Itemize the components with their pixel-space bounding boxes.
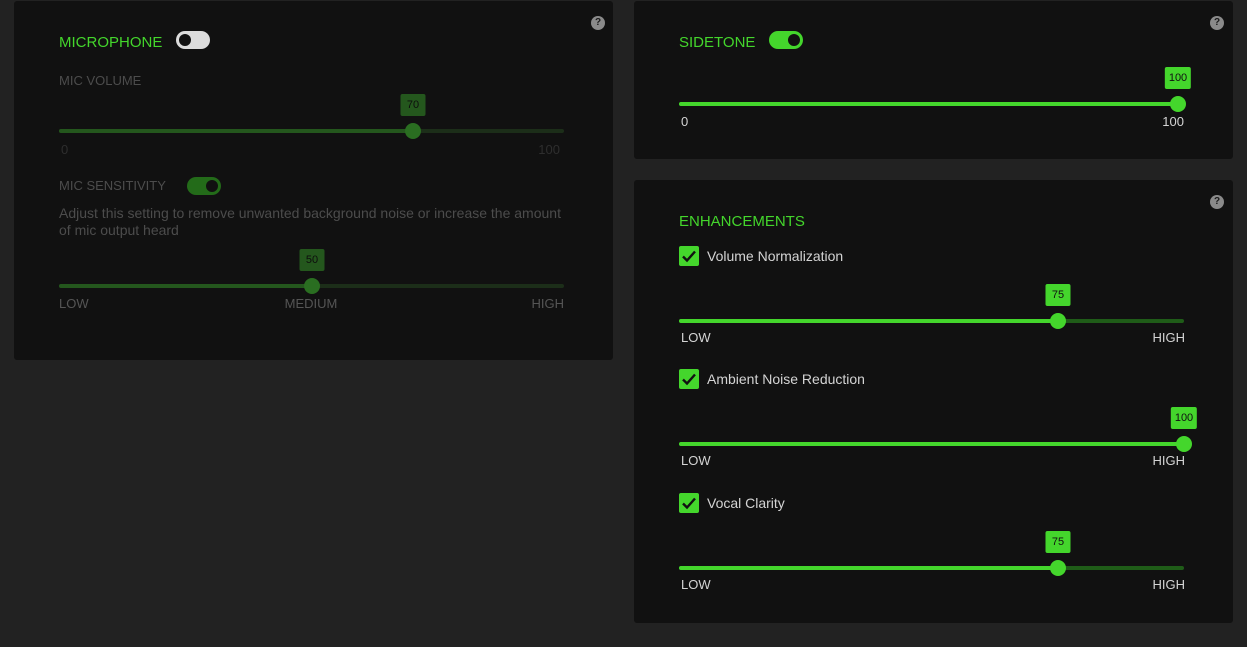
slider-track [59, 129, 564, 133]
slider-high-label: HIGH [531, 296, 565, 311]
slider-value-bubble: 75 [1045, 531, 1071, 553]
slider-track [679, 566, 1184, 570]
slider-fill [59, 284, 312, 288]
microphone-title: MICROPHONE [59, 34, 163, 51]
check-icon [682, 497, 696, 510]
toggle-knob [206, 180, 218, 192]
mic-sensitivity-description: Adjust this setting to remove unwanted b… [59, 205, 561, 238]
slider-track [679, 319, 1184, 323]
slider-high-label: HIGH [1152, 330, 1186, 345]
slider-fill [679, 102, 1178, 106]
slider-thumb[interactable] [1050, 560, 1066, 576]
check-icon [682, 250, 696, 263]
slider-low-label: LOW [59, 296, 89, 311]
slider-value-bubble: 70 [400, 94, 426, 116]
slider-min-label: 0 [61, 142, 69, 157]
toggle-knob [788, 34, 800, 46]
mic-sensitivity-toggle[interactable] [187, 177, 221, 195]
slider-fill [59, 129, 413, 133]
vocal-clarity-label: Vocal Clarity [707, 495, 785, 511]
slider-track [679, 442, 1184, 446]
slider-low-label: LOW [681, 330, 711, 345]
slider-value-bubble: 100 [1170, 407, 1198, 429]
slider-value-bubble: 100 [1164, 67, 1192, 89]
slider-fill [679, 319, 1058, 323]
mic-sensitivity-label: MIC SENSITIVITY [59, 178, 166, 193]
vocal-clarity-checkbox[interactable] [679, 493, 699, 513]
slider-thumb[interactable] [1176, 436, 1192, 452]
slider-value-bubble: 50 [299, 249, 325, 271]
slider-high-label: HIGH [1152, 577, 1186, 592]
volume-normalization-checkbox[interactable] [679, 246, 699, 266]
slider-fill [679, 442, 1184, 446]
slider-min-label: 0 [681, 114, 689, 129]
slider-value-bubble: 75 [1045, 284, 1071, 306]
sidetone-toggle[interactable] [769, 31, 803, 49]
enhancements-title: ENHANCEMENTS [679, 213, 805, 230]
microphone-toggle[interactable] [176, 31, 210, 49]
slider-medium-label: MEDIUM [284, 296, 338, 311]
sidetone-help-icon[interactable]: ? [1210, 16, 1224, 30]
mic-volume-label: MIC VOLUME [59, 73, 142, 88]
sidetone-title: SIDETONE [679, 34, 756, 51]
slider-max-label: 100 [538, 142, 560, 157]
volume-normalization-label: Volume Normalization [707, 248, 844, 264]
slider-thumb[interactable] [405, 123, 421, 139]
microphone-help-icon[interactable]: ? [591, 16, 605, 30]
microphone-panel: ? MICROPHONE MIC VOLUME 70 0 100 MIC SEN… [14, 1, 613, 360]
ambient-noise-reduction-checkbox[interactable] [679, 369, 699, 389]
enhancements-help-icon[interactable]: ? [1210, 195, 1224, 209]
toggle-knob [179, 34, 191, 46]
slider-max-label: 100 [1162, 114, 1184, 129]
slider-thumb[interactable] [304, 278, 320, 294]
slider-low-label: LOW [681, 453, 711, 468]
ambient-noise-reduction-label: Ambient Noise Reduction [707, 371, 865, 387]
check-icon [682, 373, 696, 386]
sidetone-panel: ? SIDETONE 100 0 100 [634, 1, 1233, 159]
enhancements-panel: ? ENHANCEMENTS Volume Normalization 75 L… [634, 180, 1233, 623]
slider-thumb[interactable] [1050, 313, 1066, 329]
slider-high-label: HIGH [1152, 453, 1186, 468]
slider-fill [679, 566, 1058, 570]
slider-track [679, 102, 1178, 106]
slider-thumb[interactable] [1170, 96, 1186, 112]
slider-low-label: LOW [681, 577, 711, 592]
